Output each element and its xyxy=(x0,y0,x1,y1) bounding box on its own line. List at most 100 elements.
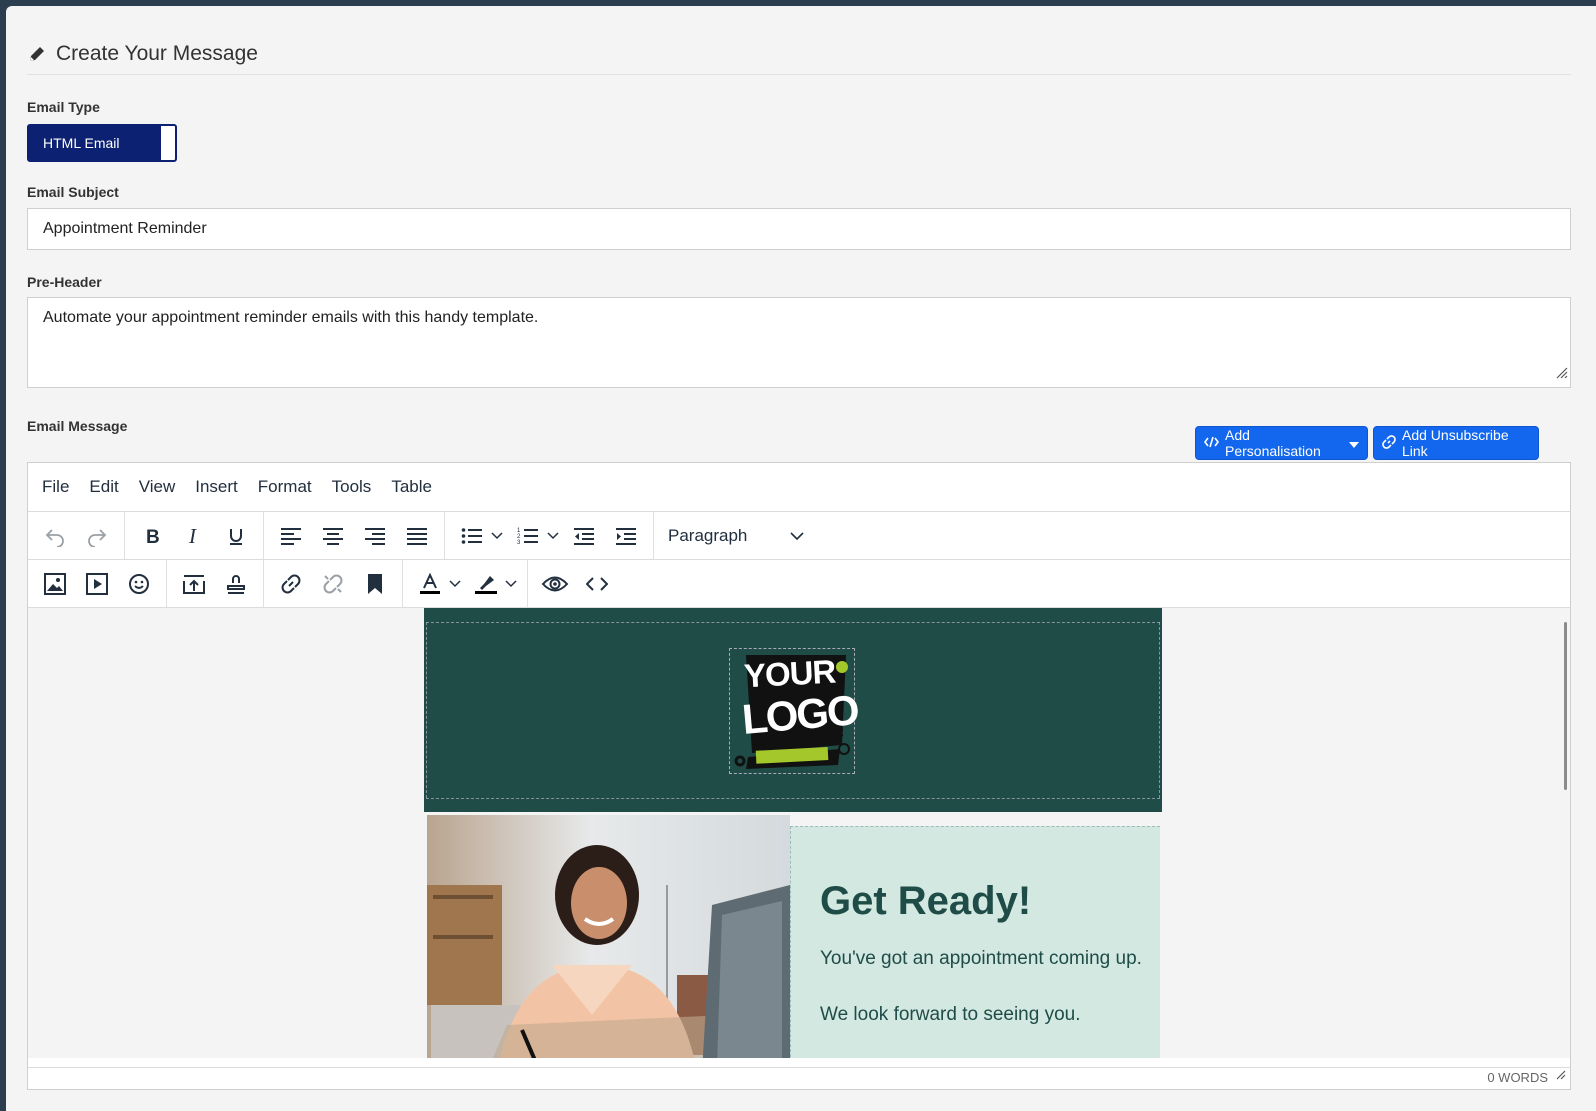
code-icon xyxy=(1204,435,1219,452)
hero-line-2: We look forward to seeing you. xyxy=(820,1004,1081,1025)
menu-file[interactable]: File xyxy=(42,477,69,497)
hero-heading: Get Ready! xyxy=(820,879,1032,923)
chevron-down-icon[interactable] xyxy=(487,518,507,554)
align-center-button[interactable] xyxy=(312,518,354,554)
video-icon xyxy=(86,572,108,595)
stamp-button[interactable] xyxy=(215,566,257,602)
text-color-icon xyxy=(419,572,441,595)
underline-button[interactable] xyxy=(215,518,257,554)
menu-insert[interactable]: Insert xyxy=(195,477,238,497)
insert-emoji-button[interactable] xyxy=(118,566,160,602)
numbered-list-icon: 123 xyxy=(517,526,539,546)
section-title: Create Your Message xyxy=(56,42,258,65)
eye-icon xyxy=(541,574,569,594)
chevron-down-icon[interactable] xyxy=(543,518,563,554)
menu-view[interactable]: View xyxy=(139,477,176,497)
email-type-label: Email Type xyxy=(27,99,100,115)
resize-grip-icon[interactable] xyxy=(1554,365,1568,385)
code-icon xyxy=(586,576,608,592)
scrollbar[interactable] xyxy=(1564,622,1567,790)
block-format-value: Paragraph xyxy=(668,525,748,545)
email-message-label: Email Message xyxy=(27,418,128,434)
caret-down-icon xyxy=(1349,435,1359,451)
highlight-color-split-button[interactable] xyxy=(465,566,521,602)
email-hero-row: Get Ready! You've got an appointment com… xyxy=(424,812,1162,1058)
chevron-down-icon[interactable] xyxy=(445,566,465,602)
email-subject-label: Email Subject xyxy=(27,184,119,200)
highlighter-icon xyxy=(474,573,498,595)
menu-format[interactable]: Format xyxy=(258,477,312,497)
message-panel: Create Your Message Email Type HTML Emai… xyxy=(6,6,1596,1111)
word-count: 0 WORDS xyxy=(1487,1070,1548,1085)
source-code-button[interactable] xyxy=(576,566,618,602)
email-template-preview: YOUR LOGO Get Ready! You've got an appoi… xyxy=(424,608,1162,1058)
insert-link-button[interactable] xyxy=(270,566,312,602)
redo-icon xyxy=(86,525,108,547)
section-header: Create Your Message xyxy=(27,34,1571,75)
add-personalisation-button[interactable]: Add Personalisation xyxy=(1195,426,1368,460)
pre-header-text: Automate your appointment reminder email… xyxy=(43,309,539,326)
outdent-button[interactable] xyxy=(563,518,605,554)
email-subject-input[interactable]: Appointment Reminder xyxy=(27,208,1571,250)
svg-text:3: 3 xyxy=(517,540,521,546)
anchor-button[interactable] xyxy=(354,566,396,602)
insert-image-button[interactable] xyxy=(34,566,76,602)
block-format-select[interactable]: Paragraph xyxy=(660,518,810,554)
logo-image[interactable]: YOUR LOGO xyxy=(729,648,859,774)
emoji-icon xyxy=(128,573,150,595)
add-unsubscribe-label: Add Unsubscribe Link xyxy=(1402,427,1509,459)
text-color-split-button[interactable] xyxy=(409,566,465,602)
svg-text:I: I xyxy=(188,526,197,546)
hero-line-1: You've got an appointment coming up. xyxy=(820,948,1142,969)
upload-button[interactable] xyxy=(173,566,215,602)
menu-table[interactable]: Table xyxy=(391,477,432,497)
indent-icon xyxy=(615,527,637,545)
logo-text-logo: LOGO xyxy=(740,686,860,743)
align-right-button[interactable] xyxy=(354,518,396,554)
menu-edit[interactable]: Edit xyxy=(89,477,118,497)
hero-photo[interactable] xyxy=(427,815,790,1058)
image-icon xyxy=(44,572,66,595)
svg-text:B: B xyxy=(146,527,160,546)
redo-button[interactable] xyxy=(76,518,118,554)
stamp-icon xyxy=(225,573,247,595)
pre-header-textarea[interactable]: Automate your appointment reminder email… xyxy=(27,297,1571,388)
align-left-icon xyxy=(280,527,302,545)
email-type-toggle[interactable]: HTML Email xyxy=(27,124,177,162)
indent-button[interactable] xyxy=(605,518,647,554)
underline-icon xyxy=(226,526,246,546)
align-justify-icon xyxy=(406,527,428,545)
insert-media-button[interactable] xyxy=(76,566,118,602)
align-justify-button[interactable] xyxy=(396,518,438,554)
editor-toolbar-row-2 xyxy=(28,560,1570,608)
chevron-down-icon xyxy=(790,526,804,546)
italic-button[interactable]: I xyxy=(173,518,215,554)
editor-menubar: File Edit View Insert Format Tools Table xyxy=(28,463,1570,512)
align-left-button[interactable] xyxy=(270,518,312,554)
editor-content-area[interactable]: YOUR LOGO Get Ready! You've got an appoi… xyxy=(28,608,1570,1058)
add-personalisation-label: Add Personalisation xyxy=(1225,427,1321,459)
bullet-list-split-button[interactable] xyxy=(451,518,507,554)
undo-button[interactable] xyxy=(34,518,76,554)
chevron-down-icon[interactable] xyxy=(501,566,521,602)
align-right-icon xyxy=(364,527,386,545)
add-unsubscribe-link-button[interactable]: Add Unsubscribe Link xyxy=(1373,426,1539,460)
hero-text-block[interactable]: Get Ready! You've got an appointment com… xyxy=(790,826,1160,1058)
align-center-icon xyxy=(322,527,344,545)
preview-button[interactable] xyxy=(534,566,576,602)
undo-icon xyxy=(44,525,66,547)
menu-tools[interactable]: Tools xyxy=(332,477,372,497)
pencil-icon xyxy=(27,44,47,64)
bold-button[interactable]: B xyxy=(131,518,173,554)
bookmark-icon xyxy=(367,573,383,595)
resize-grip-icon[interactable] xyxy=(1554,1066,1566,1086)
bold-icon: B xyxy=(142,526,162,546)
unlink-icon xyxy=(322,573,344,595)
editor-toolbar-row-1: B I 123 Paragraph xyxy=(28,512,1570,560)
numbered-list-split-button[interactable]: 123 xyxy=(507,518,563,554)
link-icon xyxy=(280,573,302,595)
email-type-value: HTML Email xyxy=(29,126,161,160)
editor-statusbar: 0 WORDS xyxy=(28,1067,1570,1089)
italic-icon: I xyxy=(184,526,204,546)
unlink-button[interactable] xyxy=(312,566,354,602)
